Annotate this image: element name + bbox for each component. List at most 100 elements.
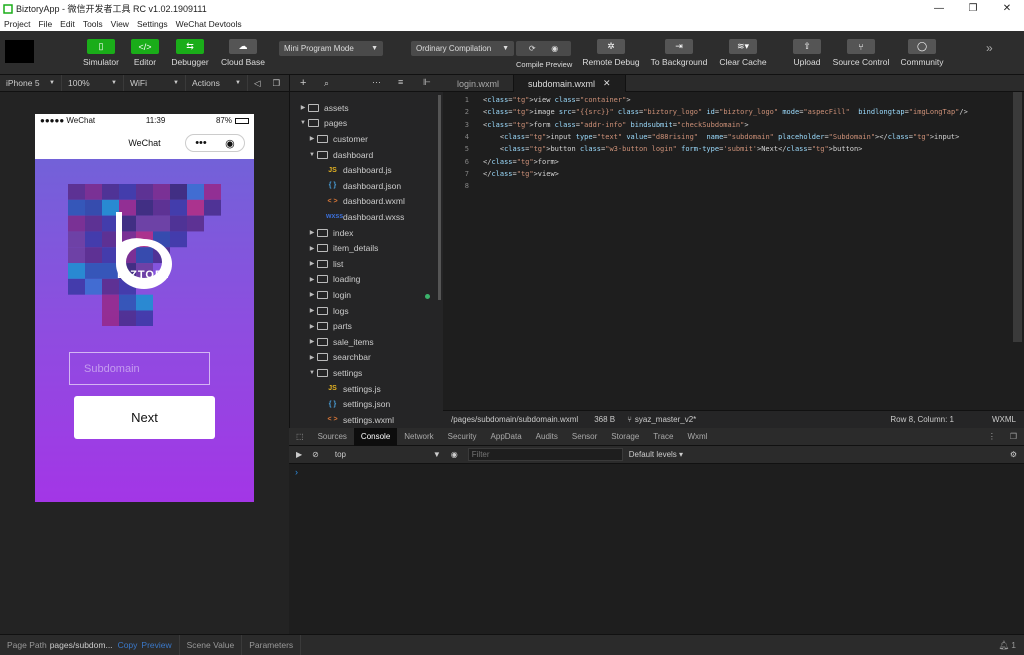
- debugger-button[interactable]: ⇆ Debugger: [167, 39, 213, 67]
- tree-item[interactable]: ▶ item_details: [290, 240, 379, 256]
- code-line[interactable]: <class="tg">image src="{{src}}" class="b…: [483, 108, 968, 116]
- subdomain-input[interactable]: [69, 352, 210, 385]
- tree-item[interactable]: ▶ login: [290, 287, 351, 303]
- clear-console-icon[interactable]: ⊘: [312, 450, 319, 459]
- language-mode[interactable]: WXML: [992, 415, 1016, 424]
- file-tree-scrollbar[interactable]: [438, 95, 441, 300]
- notifications[interactable]: 🔔︎ 1: [998, 640, 1016, 651]
- scene-value-button[interactable]: Scene Value: [180, 635, 243, 655]
- cloud-base-button[interactable]: ☁ Cloud Base: [220, 39, 266, 67]
- code-editor[interactable]: 1 <class="tg">view class="container"> 2 <cl…: [443, 92, 1024, 410]
- caret-right-icon[interactable]: ▶: [307, 276, 317, 283]
- tab-storage[interactable]: Storage: [604, 428, 646, 446]
- mode-select[interactable]: Mini Program Mode ▼: [279, 41, 383, 56]
- log-levels-select[interactable]: Default levels ▾: [629, 450, 683, 459]
- eye-icon[interactable]: ◉: [451, 450, 458, 459]
- tree-item[interactable]: { } dashboard.json: [290, 178, 401, 194]
- code-line[interactable]: <class="tg">input type="text" value="d88…: [483, 133, 960, 141]
- dock-icon[interactable]: ❐: [1003, 428, 1024, 446]
- caret-right-icon[interactable]: ▶: [307, 354, 317, 361]
- console-filter-input[interactable]: [467, 448, 623, 461]
- search-icon[interactable]: ⌕: [324, 78, 329, 89]
- tree-item[interactable]: ▶ parts: [290, 318, 352, 334]
- caret-right-icon[interactable]: ▶: [307, 338, 317, 345]
- sidebar-toggle-icon[interactable]: ▶: [296, 450, 302, 459]
- caret-right-icon[interactable]: ▶: [307, 307, 317, 314]
- caret-down-icon[interactable]: ▼: [307, 370, 317, 376]
- remote-debug-button[interactable]: ✲ Remote Debug: [582, 39, 640, 67]
- eye-icon[interactable]: ◉: [551, 44, 558, 53]
- git-branch[interactable]: syaz_master_v2*: [635, 415, 696, 424]
- tab-wxml[interactable]: Wxml: [680, 428, 714, 446]
- inspect-icon[interactable]: ⬚: [289, 428, 311, 446]
- caret-right-icon[interactable]: ▶: [307, 323, 317, 330]
- tree-item[interactable]: ▶ customer: [290, 131, 368, 147]
- tree-item[interactable]: ▶ assets: [290, 100, 349, 116]
- tab-appdata[interactable]: AppData: [484, 428, 529, 446]
- tree-item[interactable]: ▶ list: [290, 256, 344, 272]
- menu-view[interactable]: View: [111, 19, 129, 29]
- menu-file[interactable]: File: [38, 19, 52, 29]
- close-button[interactable]: ✕: [990, 3, 1024, 14]
- more-dots-icon[interactable]: •••: [195, 137, 207, 149]
- tree-item[interactable]: JS settings.js: [290, 381, 381, 397]
- tab-console[interactable]: Console: [353, 427, 398, 446]
- tab-audits[interactable]: Audits: [529, 428, 565, 446]
- menu-settings[interactable]: Settings: [137, 19, 168, 29]
- context-select[interactable]: top: [335, 450, 415, 459]
- tab-network[interactable]: Network: [397, 428, 440, 446]
- caret-right-icon[interactable]: ▶: [307, 260, 317, 267]
- tree-item[interactable]: wxss dashboard.wxss: [290, 209, 404, 225]
- actions-select[interactable]: Actions ▼: [186, 75, 248, 91]
- more-icon[interactable]: ···: [372, 77, 381, 87]
- gear-icon[interactable]: ⚙: [1010, 450, 1017, 459]
- tab-sensor[interactable]: Sensor: [565, 428, 604, 446]
- tree-item[interactable]: { } settings.json: [290, 396, 390, 412]
- caret-right-icon[interactable]: ▶: [307, 245, 317, 252]
- code-line[interactable]: <class="tg">button class="w3-button logi…: [483, 145, 863, 153]
- parameters-button[interactable]: Parameters: [242, 635, 302, 655]
- preview-link[interactable]: Preview: [141, 640, 171, 650]
- tree-item[interactable]: ▶ sale_items: [290, 334, 374, 350]
- code-line[interactable]: </class="tg">view>: [483, 170, 559, 178]
- tree-item[interactable]: < > settings.wxml: [290, 412, 394, 428]
- kebab-menu-icon[interactable]: ⋮: [981, 428, 1003, 446]
- code-line[interactable]: </class="tg">form>: [483, 158, 559, 166]
- tree-item[interactable]: ▼ pages: [290, 116, 347, 132]
- more-chevron-icon[interactable]: »: [986, 41, 993, 55]
- compile-preview-label[interactable]: Compile Preview: [516, 60, 572, 69]
- refresh-icon[interactable]: ⟳: [529, 44, 536, 53]
- tree-item[interactable]: JS dashboard.js: [290, 162, 391, 178]
- caret-right-icon[interactable]: ▶: [307, 229, 317, 236]
- tree-item[interactable]: ▶ index: [290, 225, 354, 241]
- caret-down-icon[interactable]: ▼: [298, 120, 308, 126]
- device-select[interactable]: iPhone 5 ▼: [0, 75, 62, 91]
- tab-login-wxml[interactable]: login.wxml: [443, 75, 515, 92]
- avatar[interactable]: [5, 40, 34, 63]
- minimize-button[interactable]: —: [922, 3, 956, 14]
- menu-tools[interactable]: Tools: [83, 19, 103, 29]
- menu-edit[interactable]: Edit: [60, 19, 75, 29]
- to-background-button[interactable]: ⇥ To Background: [651, 39, 707, 67]
- zoom-select[interactable]: 100% ▼: [62, 75, 124, 91]
- editor-scrollbar[interactable]: [1013, 92, 1022, 342]
- caret-down-icon[interactable]: ▼: [307, 152, 317, 158]
- split-icon[interactable]: ⊩: [423, 77, 431, 88]
- copy-link[interactable]: Copy: [118, 640, 138, 650]
- close-capsule-icon[interactable]: ◉: [225, 137, 235, 150]
- editor-button[interactable]: </> Editor: [122, 39, 168, 67]
- caret-right-icon[interactable]: ▶: [307, 135, 317, 142]
- tree-item[interactable]: < > dashboard.wxml: [290, 194, 404, 210]
- tab-subdomain-wxml[interactable]: subdomain.wxml ✕: [514, 75, 626, 92]
- collapse-icon[interactable]: ≡: [398, 77, 403, 87]
- menu-project[interactable]: Project: [4, 19, 30, 29]
- tab-sources[interactable]: Sources: [311, 428, 354, 446]
- clear-cache-button[interactable]: ≋▾ Clear Cache: [719, 39, 767, 67]
- source-control-button[interactable]: ⑂ Source Control: [833, 39, 889, 67]
- caret-right-icon[interactable]: ▶: [307, 291, 317, 298]
- close-tab-icon[interactable]: ✕: [603, 78, 611, 89]
- tree-item[interactable]: ▼ settings: [290, 365, 362, 381]
- console-output[interactable]: ›: [289, 464, 1024, 634]
- tree-item[interactable]: ▶ loading: [290, 272, 361, 288]
- tab-security[interactable]: Security: [441, 428, 484, 446]
